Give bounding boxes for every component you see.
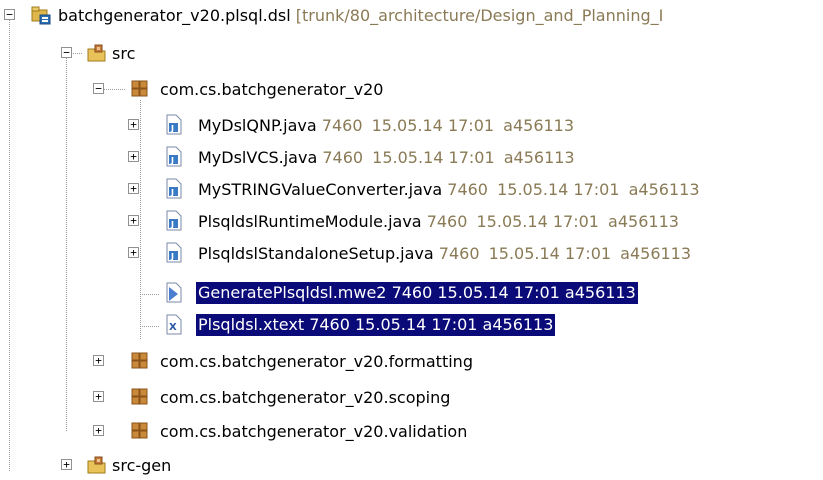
tree-row-package-main[interactable]: − com.cs.batchgenerator_v20 [0,72,823,104]
java-file-icon: J [164,114,184,136]
tree-row-file-selected[interactable]: GeneratePlsqldsl.mwe2 7460 15.05.14 17:0… [0,278,823,310]
file-label: PlsqldslRuntimeModule.java 7460 15.05.14… [198,211,679,233]
file-revision: 7460 [426,212,468,231]
tree-row-file-selected[interactable]: X Plsqldsl.xtext 7460 15.05.14 17:01 a45… [0,310,823,342]
tree-row-src[interactable]: − src [0,36,823,68]
package-label: com.cs.batchgenerator_v20.scoping [160,388,451,407]
source-folder-icon [86,42,106,64]
file-label: MyDslQNP.java 7460 15.05.14 17:01 a45611… [198,115,574,137]
file-date: 15.05.14 17:01 [476,212,599,231]
file-user: a456113 [503,148,575,167]
expand-toggle[interactable]: + [93,355,104,366]
file-revision: 7460 [322,148,364,167]
file-label-selected: Plsqldsl.xtext 7460 15.05.14 17:01 a4561… [196,314,556,336]
expand-toggle[interactable]: + [93,425,104,436]
file-revision: 7460 [321,116,363,135]
file-label: MyDslVCS.java 7460 15.05.14 17:01 a45611… [198,147,575,169]
expand-toggle[interactable]: + [128,151,139,162]
file-date: 15.05.14 17:01 [372,148,495,167]
package-label: com.cs.batchgenerator_v20.formatting [160,352,473,371]
java-file-icon: J [164,146,184,168]
file-date: 15.05.14 17:01 [371,116,495,135]
tree-row-file[interactable]: + J MySTRINGValueConverter.java 7460 15.… [0,172,823,204]
project-icon [30,4,51,26]
src-gen-label: src-gen [112,456,172,475]
svg-text:X: X [169,322,177,333]
tree-row-package[interactable]: + com.cs.batchgenerator_v20.formatting [0,344,823,376]
tree-row-src-gen[interactable]: + src-gen [0,448,823,480]
src-label: src [112,44,136,63]
java-file-icon: J [164,242,184,264]
file-user: a456113 [620,244,692,263]
expand-toggle[interactable]: + [128,119,139,130]
package-label: com.cs.batchgenerator_v20 [160,80,384,99]
file-user: a456113 [628,180,700,199]
tree-row-file[interactable]: + J MyDslQNP.java 7460 15.05.14 17:01 a4… [0,108,823,140]
svg-text:J: J [170,124,174,133]
svg-text:J: J [170,220,174,229]
collapse-toggle[interactable]: − [61,47,72,58]
tree-row-file[interactable]: + J PlsqldslStandaloneSetup.java 7460 15… [0,236,823,268]
source-folder-icon [86,454,106,476]
file-label-selected: GeneratePlsqldsl.mwe2 7460 15.05.14 17:0… [196,282,638,304]
package-icon [129,386,149,408]
package-icon [129,350,149,372]
tree-row-package[interactable]: + com.cs.batchgenerator_v20.scoping [0,380,823,412]
project-name: batchgenerator_v20.plsql.dsl [58,6,291,25]
expand-toggle[interactable]: + [128,183,139,194]
file-name: MyDslQNP.java [198,116,317,135]
package-label: com.cs.batchgenerator_v20.validation [160,422,468,441]
project-repo-path: [trunk/80_architecture/Design_and_Planni… [295,6,664,25]
file-date: 15.05.14 17:01 [497,180,620,199]
file-label: MySTRINGValueConverter.java 7460 15.05.1… [198,179,700,201]
file-name: MySTRINGValueConverter.java [198,180,443,199]
file-name: PlsqldslStandaloneSetup.java [198,244,434,263]
mwe2-file-icon [164,282,184,304]
package-explorer-tree: − batchgenerator_v20.plsql.dsl [trunk/80… [0,0,823,475]
java-file-icon: J [164,210,184,232]
expand-toggle[interactable]: + [61,459,72,470]
tree-row-package[interactable]: + com.cs.batchgenerator_v20.validation [0,414,823,446]
file-date: 15.05.14 17:01 [488,244,612,263]
collapse-toggle[interactable]: − [4,9,15,20]
xtext-file-icon: X [164,314,184,336]
tree-row-file[interactable]: + J PlsqldslRuntimeModule.java 7460 15.0… [0,204,823,236]
expand-toggle[interactable]: + [128,215,139,226]
file-revision: 7460 [438,244,480,263]
tree-row-project[interactable]: − batchgenerator_v20.plsql.dsl [trunk/80… [0,0,823,32]
file-user: a456113 [503,116,575,135]
tree-row-file[interactable]: + J MyDslVCS.java 7460 15.05.14 17:01 a4… [0,140,823,172]
collapse-toggle[interactable]: − [93,83,104,94]
file-name: MyDslVCS.java [198,148,318,167]
file-user: a456113 [608,212,679,231]
file-name: PlsqldslRuntimeModule.java [198,212,422,231]
file-label: PlsqldslStandaloneSetup.java 7460 15.05.… [198,243,691,265]
svg-text:J: J [170,252,174,261]
java-file-icon: J [164,178,184,200]
svg-text:J: J [170,188,174,197]
package-icon [129,78,149,100]
project-label: batchgenerator_v20.plsql.dsl [trunk/80_a… [58,5,663,27]
file-revision: 7460 [447,180,488,199]
svg-text:J: J [170,156,174,165]
expand-toggle[interactable]: + [128,247,139,258]
expand-toggle[interactable]: + [93,391,104,402]
package-icon [129,420,149,442]
